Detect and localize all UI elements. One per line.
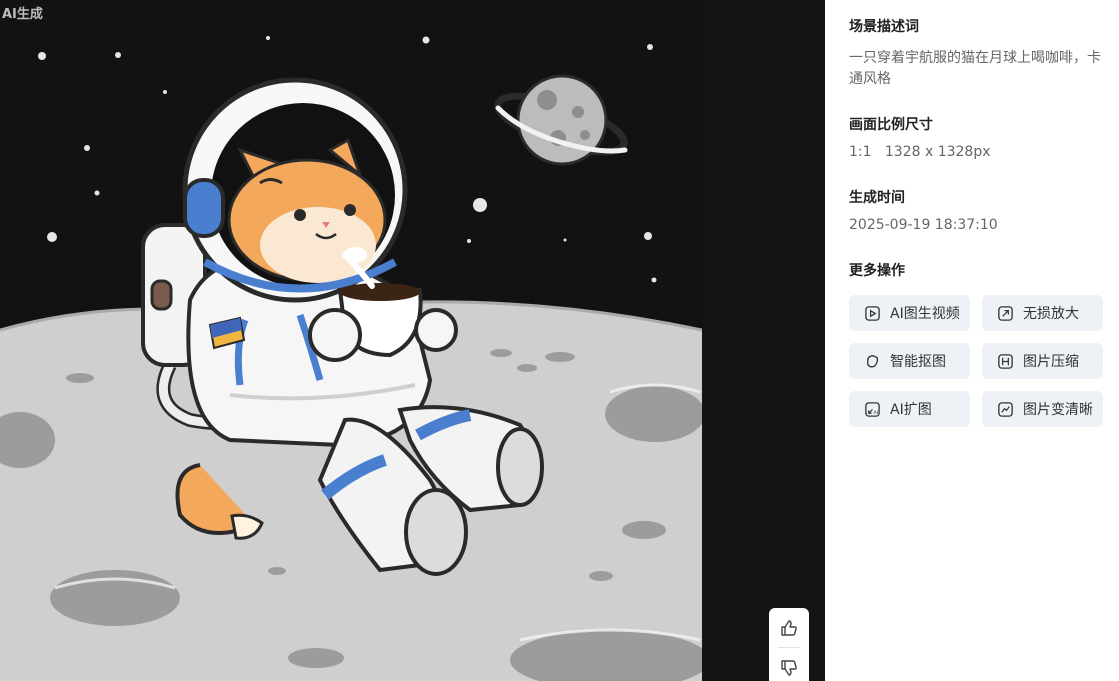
image-sharpen-label: 图片变清晰 xyxy=(1023,402,1093,418)
smart-cutout-label: 智能抠图 xyxy=(890,354,946,370)
aspect-ratio-title: 画面比例尺寸 xyxy=(849,117,933,133)
upscale-icon xyxy=(998,305,1013,321)
image-to-video-button[interactable]: AI图生视频 xyxy=(849,295,970,331)
feedback-divider xyxy=(778,647,800,648)
more-operations-title: 更多操作 xyxy=(849,263,905,279)
generation-time-title: 生成时间 xyxy=(849,190,905,206)
image-compress-button[interactable]: 图片压缩 xyxy=(982,343,1103,379)
svg-text:AI: AI xyxy=(873,410,878,416)
ai-expand-label: AI扩图 xyxy=(890,402,932,418)
thumbs-up-icon[interactable] xyxy=(779,618,799,638)
compress-icon xyxy=(998,353,1013,369)
image-sharpen-button[interactable]: 图片变清晰 xyxy=(982,391,1103,427)
sharpen-icon xyxy=(998,401,1013,417)
feedback-bar xyxy=(769,608,809,681)
ai-expand-button[interactable]: AI AI扩图 xyxy=(849,391,970,427)
cutout-icon xyxy=(867,354,879,368)
info-panel: 场景描述词 一只穿着宇航服的猫在月球上喝咖啡，卡通风格 画面比例尺寸 1:1 1… xyxy=(825,0,1119,681)
thumbs-down-icon[interactable] xyxy=(779,658,799,678)
image-compress-label: 图片压缩 xyxy=(1023,354,1079,370)
smart-cutout-button[interactable]: 智能抠图 xyxy=(849,343,970,379)
ai-generated-badge: AI生成 xyxy=(2,7,43,22)
aspect-ratio-value: 1:1 1328 x 1328px xyxy=(849,144,991,160)
generated-image[interactable] xyxy=(0,0,702,681)
scene-description-text: 一只穿着宇航服的猫在月球上喝咖啡，卡通风格 xyxy=(849,50,1101,87)
expand-icon: AI xyxy=(865,401,880,417)
lossless-upscale-button[interactable]: 无损放大 xyxy=(982,295,1103,331)
generation-time-value: 2025-09-19 18:37:10 xyxy=(849,217,998,233)
image-viewer: AI生成 xyxy=(0,0,825,681)
image-video-icon xyxy=(865,305,880,321)
image-to-video-label: AI图生视频 xyxy=(890,306,960,322)
lossless-upscale-label: 无损放大 xyxy=(1023,306,1079,322)
scene-description-title: 场景描述词 xyxy=(849,19,919,35)
